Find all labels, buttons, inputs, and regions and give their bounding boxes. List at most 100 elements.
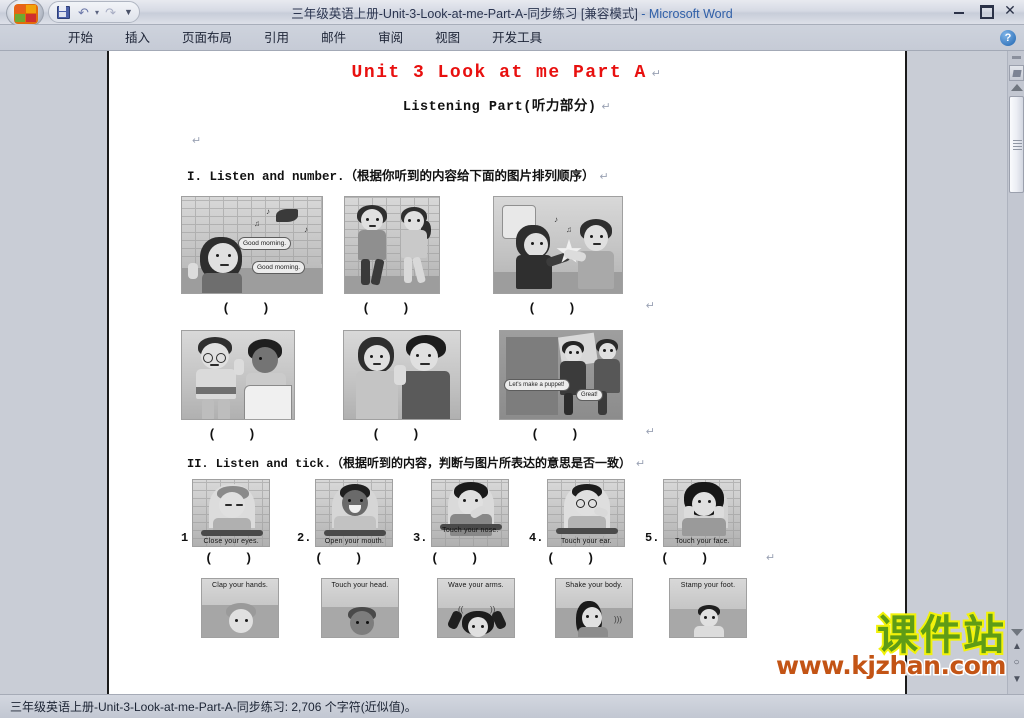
exercise-item: ))) Shake your body.	[529, 578, 645, 638]
picture-caption: Touch your face.	[675, 538, 730, 545]
minimize-button[interactable]	[952, 3, 968, 17]
item-number: 2.	[297, 531, 312, 545]
exercise-item: Clap your hands.	[181, 578, 297, 638]
picture-boy-waving	[181, 330, 295, 420]
pilcrow-mark: ↵	[645, 426, 655, 438]
section-2-image-row: 1 Close your eyes. 2. Open your mouth. 3…	[109, 479, 905, 547]
picture-high-five: ♪ ♫	[493, 196, 623, 294]
picture-clap-your-hands: Clap your hands.	[201, 578, 279, 638]
picture-open-your-mouth: Open your mouth.	[315, 479, 394, 547]
picture-caption: Touch your nose.	[442, 527, 499, 534]
document-work-area: Unit 3 Look at me Part A ↵ Listening Part…	[0, 51, 1024, 694]
speech-bubble: Good morning.	[252, 261, 305, 274]
document-subheading: Listening Part(听力部分) ↵	[402, 100, 612, 115]
status-bar: 三年级英语上册-Unit-3-Look-at-me-Part-A-同步练习: 2…	[0, 694, 1024, 718]
picture-shake-your-body: ))) Shake your body.	[555, 578, 633, 638]
tab-view[interactable]: 视图	[419, 25, 476, 51]
picture-caption: Touch your head.	[331, 582, 389, 589]
answer-blank[interactable]: ( )	[181, 551, 297, 566]
answer-blank[interactable]: ( )	[413, 551, 529, 566]
tab-developer[interactable]: 开发工具	[476, 25, 558, 51]
section-1-image-row-2: ( ) () Let's make a puppet! Great! () …	[109, 330, 905, 442]
picture-caption: Wave your arms.	[448, 582, 504, 589]
picture-stamp-your-foot: Stamp your foot.	[669, 578, 747, 638]
tab-page-layout[interactable]: 页面布局	[166, 25, 248, 51]
picture-caption: Touch your ear.	[560, 538, 612, 545]
window-controls: ✕	[952, 3, 1018, 19]
tab-mailings[interactable]: 邮件	[305, 25, 362, 51]
answer-blank[interactable]: ( )	[499, 427, 623, 442]
scrollbar-top-cap	[1009, 51, 1024, 64]
close-button[interactable]: ✕	[1002, 3, 1018, 17]
status-bar-text: 三年级英语上册-Unit-3-Look-at-me-Part-A-同步练习: 2…	[10, 700, 417, 714]
scroll-down-arrow-icon[interactable]	[1011, 629, 1023, 636]
picture-make-a-puppet: Let's make a puppet! Great!	[499, 330, 623, 420]
exercise-item: ♪ ♫ ♪ Good morning. Good morning. ()	[181, 196, 331, 316]
answer-blank[interactable]: ( )	[181, 427, 295, 442]
window-title: 三年级英语上册-Unit-3-Look-at-me-Part-A-同步练习 [兼…	[0, 3, 1024, 22]
picture-close-your-eyes: Close your eyes.	[192, 479, 271, 547]
ribbon-tab-bar: 开始 插入 页面布局 引用 邮件 审阅 视图 开发工具 ?	[0, 25, 1024, 51]
section-1-heading: I. Listen and number.（根据你听到的内容给下面的图片排列顺序…	[187, 170, 609, 184]
pilcrow-mark: ↵	[192, 135, 202, 147]
section-2-image-row-2: Clap your hands. Touch your head. (()) …	[109, 578, 905, 638]
answer-blank[interactable]: ( )	[645, 551, 761, 566]
answer-blank[interactable]: ( )	[493, 301, 623, 316]
pilcrow-mark: ↵	[636, 459, 646, 471]
word-window: ↶ ▾ ↷ ▼ 三年级英语上册-Unit-3-Look-at-me-Part-A…	[0, 0, 1024, 718]
select-browse-object-icon[interactable]: ○	[1012, 657, 1021, 668]
vertical-scrollbar[interactable]: ▲ ○ ▼	[1007, 51, 1024, 694]
answer-blank[interactable]: ( )	[529, 551, 645, 566]
exercise-item: 2. Open your mouth.	[297, 479, 413, 547]
exercise-item: ( )	[181, 330, 333, 442]
answer-blank[interactable]: ( )	[181, 301, 323, 316]
picture-caption: Clap your hands.	[211, 582, 269, 589]
exercise-item: Let's make a puppet! Great! ( ) ↵	[483, 330, 655, 442]
picture-two-boys-greeting	[343, 330, 461, 420]
picture-touch-your-nose: Touch your nose.	[431, 479, 510, 547]
answer-blank[interactable]: ( )	[344, 301, 440, 316]
pilcrow-mark: ↵	[601, 102, 612, 114]
picture-caption: Close your eyes.	[203, 538, 259, 545]
section-2-heading: II. Listen and tick.（根据听到的内容，判断与图片所表达的意思…	[187, 457, 646, 471]
answer-blank[interactable]: ( )	[297, 551, 413, 566]
exercise-item: (( )) Wave your arms.	[413, 578, 529, 638]
restore-button[interactable]	[977, 3, 994, 19]
exercise-item: 3. Touch your nose.	[413, 479, 529, 547]
item-number: 1	[181, 531, 189, 545]
scroll-up-arrow-icon[interactable]	[1011, 84, 1023, 91]
picture-wave-your-arms: (( )) Wave your arms.	[437, 578, 515, 638]
pilcrow-mark: ↵	[766, 553, 776, 565]
exercise-item: ♪ ♫ ( ) ↵	[483, 196, 655, 316]
picture-good-morning: ♪ ♫ ♪ Good morning. Good morning.	[181, 196, 323, 294]
picture-caption: Shake your body.	[565, 582, 623, 589]
exercise-item: Touch your head.	[297, 578, 413, 638]
exercise-item: 4. Touch your ear.	[529, 479, 645, 547]
answer-blank[interactable]: ( )	[343, 427, 461, 442]
tab-insert[interactable]: 插入	[109, 25, 166, 51]
speech-bubble: Good morning.	[238, 237, 291, 250]
title-bar: ↶ ▾ ↷ ▼ 三年级英语上册-Unit-3-Look-at-me-Part-A…	[0, 0, 1024, 28]
picture-two-children-walking	[344, 196, 440, 294]
tab-review[interactable]: 审阅	[362, 25, 419, 51]
exercise-item: 5. Touch your face.	[645, 479, 761, 547]
help-icon[interactable]: ?	[1000, 30, 1016, 46]
scrollbar-thumb[interactable]	[1009, 96, 1024, 193]
tab-home[interactable]: 开始	[52, 25, 109, 51]
pilcrow-mark: ↵	[651, 69, 663, 81]
next-page-icon[interactable]: ▼	[1012, 674, 1022, 685]
pilcrow-mark: ↵	[645, 300, 655, 312]
document-page[interactable]: Unit 3 Look at me Part A ↵ Listening Part…	[107, 51, 907, 694]
exercise-item: ( )	[333, 330, 483, 442]
tab-references[interactable]: 引用	[248, 25, 305, 51]
item-number: 4.	[529, 531, 544, 545]
picture-touch-your-ear: Touch your ear.	[547, 479, 626, 547]
exercise-item: 1 Close your eyes.	[181, 479, 297, 547]
split-window-handle-icon[interactable]	[1009, 65, 1024, 81]
picture-touch-your-head: Touch your head.	[321, 578, 399, 638]
previous-page-icon[interactable]: ▲	[1012, 641, 1022, 652]
item-number: 5.	[645, 531, 660, 545]
ribbon-tabs: 开始 插入 页面布局 引用 邮件 审阅 视图 开发工具	[52, 25, 558, 51]
speech-bubble: Great!	[576, 389, 603, 401]
scrollbar-grip-icon	[1013, 140, 1022, 152]
